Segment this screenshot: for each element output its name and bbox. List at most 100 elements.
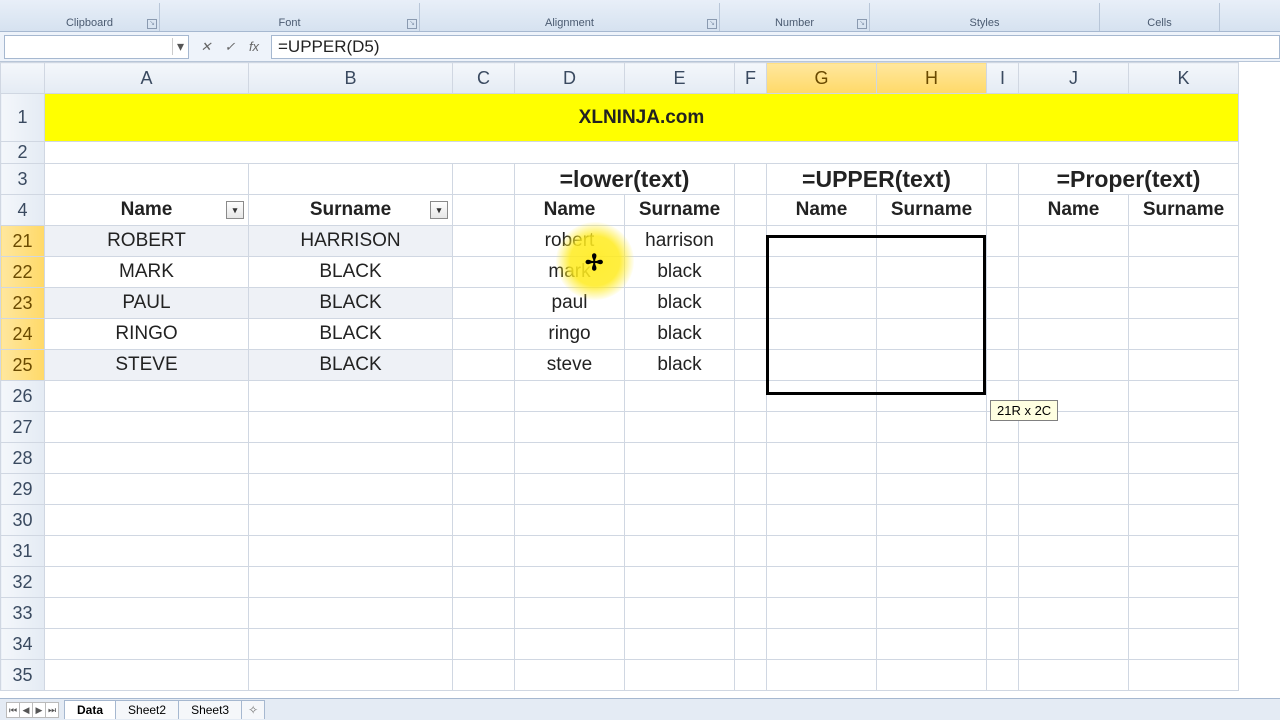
- col-header-I[interactable]: I: [987, 63, 1019, 94]
- formula-input[interactable]: =UPPER(D5): [271, 35, 1280, 59]
- cell-B23[interactable]: BLACK: [249, 288, 453, 319]
- row-header-4[interactable]: 4: [1, 195, 45, 226]
- cell[interactable]: [735, 164, 767, 195]
- cell[interactable]: [1129, 319, 1239, 350]
- cell[interactable]: [453, 257, 515, 288]
- filter-dropdown-icon[interactable]: ▾: [430, 201, 448, 219]
- row-header-21[interactable]: 21: [1, 226, 45, 257]
- col-header-K[interactable]: K: [1129, 63, 1239, 94]
- select-all-corner[interactable]: [1, 63, 45, 94]
- cell[interactable]: [987, 195, 1019, 226]
- cell-H22[interactable]: [877, 257, 987, 288]
- col-header-F[interactable]: F: [735, 63, 767, 94]
- spreadsheet-grid[interactable]: A B C D E F G H I J K 1 XLNINJA.com 2 3 …: [0, 62, 1280, 691]
- cell-E25[interactable]: black: [625, 350, 735, 381]
- cell-H21[interactable]: [877, 226, 987, 257]
- cell[interactable]: [453, 350, 515, 381]
- section-formula-upper[interactable]: =UPPER(text): [767, 164, 987, 195]
- row-header-34[interactable]: 34: [1, 629, 45, 660]
- cell[interactable]: [735, 350, 767, 381]
- cell-D25[interactable]: steve: [515, 350, 625, 381]
- dialog-launcher-icon[interactable]: ↘: [707, 19, 717, 29]
- cell-D24[interactable]: ringo: [515, 319, 625, 350]
- row-header-30[interactable]: 30: [1, 505, 45, 536]
- cell[interactable]: [987, 288, 1019, 319]
- tab-nav-next-icon[interactable]: ▶: [32, 702, 46, 718]
- new-sheet-icon[interactable]: ✧: [241, 700, 265, 719]
- header-name-A[interactable]: Name▾: [45, 195, 249, 226]
- section-formula-proper[interactable]: =Proper(text): [1019, 164, 1239, 195]
- cell[interactable]: [1019, 257, 1129, 288]
- col-header-G[interactable]: G: [767, 63, 877, 94]
- cell[interactable]: [1129, 226, 1239, 257]
- row-header-27[interactable]: 27: [1, 412, 45, 443]
- header-name-J[interactable]: Name: [1019, 195, 1129, 226]
- cell-A22[interactable]: MARK: [45, 257, 249, 288]
- header-surname-E[interactable]: Surname: [625, 195, 735, 226]
- cell[interactable]: [987, 319, 1019, 350]
- cell-A21[interactable]: ROBERT: [45, 226, 249, 257]
- name-box-dropdown-icon[interactable]: ▾: [172, 38, 188, 55]
- cell-D21[interactable]: robert: [515, 226, 625, 257]
- cell[interactable]: [1019, 226, 1129, 257]
- cell-E21[interactable]: harrison: [625, 226, 735, 257]
- tab-nav-last-icon[interactable]: ⏭: [45, 702, 59, 718]
- section-formula-lower[interactable]: =lower(text): [515, 164, 735, 195]
- cell[interactable]: [987, 257, 1019, 288]
- cell[interactable]: [453, 164, 515, 195]
- row-header-3[interactable]: 3: [1, 164, 45, 195]
- cell[interactable]: [45, 142, 1239, 164]
- cell-E22[interactable]: black: [625, 257, 735, 288]
- row-header-23[interactable]: 23: [1, 288, 45, 319]
- cancel-formula-icon[interactable]: ✕: [195, 36, 217, 58]
- header-surname-H[interactable]: Surname: [877, 195, 987, 226]
- row-header-32[interactable]: 32: [1, 567, 45, 598]
- row-header-22[interactable]: 22: [1, 257, 45, 288]
- row-header-24[interactable]: 24: [1, 319, 45, 350]
- cell-E24[interactable]: black: [625, 319, 735, 350]
- row-header-26[interactable]: 26: [1, 381, 45, 412]
- filter-dropdown-icon[interactable]: ▾: [226, 201, 244, 219]
- header-name-G[interactable]: Name: [767, 195, 877, 226]
- col-header-C[interactable]: C: [453, 63, 515, 94]
- sheet-tab-data[interactable]: Data: [64, 700, 116, 719]
- cell-B25[interactable]: BLACK: [249, 350, 453, 381]
- cell-E23[interactable]: black: [625, 288, 735, 319]
- dialog-launcher-icon[interactable]: ↘: [407, 19, 417, 29]
- row-header-1[interactable]: 1: [1, 94, 45, 142]
- cell[interactable]: [453, 226, 515, 257]
- cell[interactable]: [987, 164, 1019, 195]
- header-name-D[interactable]: Name: [515, 195, 625, 226]
- header-surname-B[interactable]: Surname▾: [249, 195, 453, 226]
- row-header-35[interactable]: 35: [1, 660, 45, 691]
- cell-G23[interactable]: [767, 288, 877, 319]
- cell[interactable]: [735, 226, 767, 257]
- cell-G25[interactable]: [767, 350, 877, 381]
- cell-B24[interactable]: BLACK: [249, 319, 453, 350]
- col-header-A[interactable]: A: [45, 63, 249, 94]
- header-surname-K[interactable]: Surname: [1129, 195, 1239, 226]
- cell-D22[interactable]: mark: [515, 257, 625, 288]
- col-header-B[interactable]: B: [249, 63, 453, 94]
- cell[interactable]: [735, 288, 767, 319]
- cell-G22[interactable]: [767, 257, 877, 288]
- name-box[interactable]: ▾: [4, 35, 189, 59]
- tab-nav-first-icon[interactable]: ⏮: [6, 702, 20, 718]
- row-header-25[interactable]: 25: [1, 350, 45, 381]
- cell-A24[interactable]: RINGO: [45, 319, 249, 350]
- sheet-tab-sheet3[interactable]: Sheet3: [178, 700, 242, 719]
- cell[interactable]: [987, 226, 1019, 257]
- cell[interactable]: [453, 195, 515, 226]
- cell-H23[interactable]: [877, 288, 987, 319]
- row-header-33[interactable]: 33: [1, 598, 45, 629]
- sheet-tab-sheet2[interactable]: Sheet2: [115, 700, 179, 719]
- cell[interactable]: [1129, 288, 1239, 319]
- cell[interactable]: [735, 195, 767, 226]
- col-header-J[interactable]: J: [1019, 63, 1129, 94]
- cell-B22[interactable]: BLACK: [249, 257, 453, 288]
- cell[interactable]: [1019, 319, 1129, 350]
- cell-A23[interactable]: PAUL: [45, 288, 249, 319]
- row-header-31[interactable]: 31: [1, 536, 45, 567]
- col-header-D[interactable]: D: [515, 63, 625, 94]
- col-header-E[interactable]: E: [625, 63, 735, 94]
